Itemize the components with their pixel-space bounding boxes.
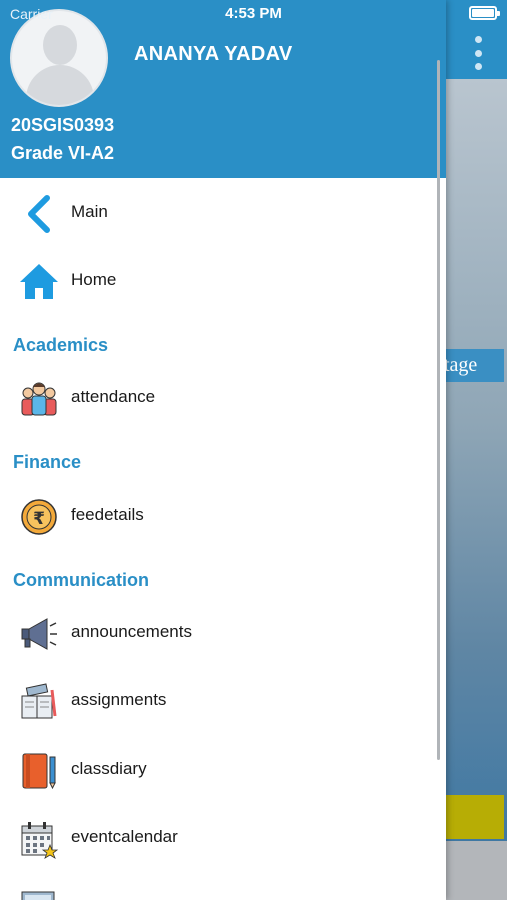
menu-item-label: Home: [71, 270, 117, 289]
battery-icon: [469, 6, 500, 20]
diary-icon: [19, 751, 59, 791]
navigation-drawer: ANANYA YADAV 20SGIS0393 Grade VI-A2 Main…: [0, 0, 446, 900]
home-icon: [19, 262, 59, 302]
menu-item-main[interactable]: Main: [0, 182, 436, 242]
menu-item-classdiary[interactable]: classdiary: [0, 739, 436, 799]
menu-item-assignments[interactable]: assignments: [0, 670, 436, 730]
drawer-scrollbar[interactable]: [437, 60, 440, 760]
menu-item-label: assignments: [71, 690, 167, 709]
section-title-finance: Finance: [13, 452, 82, 472]
menu-item-label: attendance: [71, 387, 156, 406]
menu-item-announcements[interactable]: announcements: [0, 602, 436, 662]
student-grade: Grade VI-A2: [11, 143, 115, 163]
status-time: 4:53 PM: [225, 5, 282, 22]
calendar-icon: [19, 819, 59, 859]
svg-text:₹: ₹: [33, 509, 45, 529]
students-icon: [19, 379, 59, 419]
menu-item-label: feedetails: [71, 505, 144, 524]
status-bar: Carrier 4:53 PM: [0, 0, 507, 28]
menu-item-attendance[interactable]: attendance: [0, 367, 436, 427]
student-id: 20SGIS0393: [11, 115, 115, 135]
menu-item-eventcalendar[interactable]: eventcalendar: [0, 807, 436, 867]
more-options-icon[interactable]: [471, 36, 485, 70]
megaphone-icon: [19, 614, 59, 654]
section-title-academics: Academics: [13, 335, 109, 355]
book-pencil-icon: [19, 682, 59, 722]
menu-item-home[interactable]: Home: [0, 250, 436, 310]
chevron-left-icon: [19, 194, 59, 234]
user-name: ANANYA YADAV: [134, 43, 293, 65]
gallery-icon: [19, 888, 59, 900]
section-title-communication: Communication: [13, 570, 150, 590]
menu-item-label: eventcalendar: [71, 827, 178, 846]
menu-item-label: announcements: [71, 622, 192, 641]
menu-item-label: classdiary: [71, 759, 147, 778]
menu-item-feedetails[interactable]: ₹ feedetails: [0, 485, 436, 545]
menu-item-label: Main: [71, 202, 108, 221]
rupee-coin-icon: ₹: [19, 497, 59, 537]
menu-item-partial[interactable]: [0, 876, 436, 900]
